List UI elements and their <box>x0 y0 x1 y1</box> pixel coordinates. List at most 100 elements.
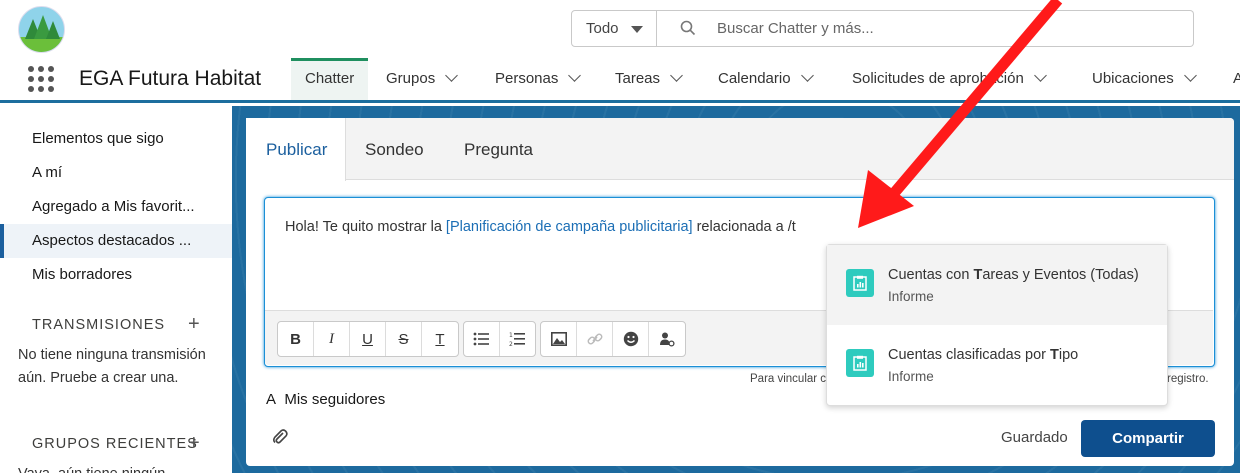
nav-tab-label: A <box>1233 70 1240 87</box>
sidebar-item-label: A mí <box>32 164 63 181</box>
publisher-tabs: Publicar Sondeo Pregunta <box>246 118 1234 181</box>
sidebar-item-highlights[interactable]: Aspectos destacados ... <box>0 224 232 258</box>
chevron-down-icon[interactable] <box>1183 69 1197 82</box>
caret-down-icon <box>631 26 643 33</box>
list-group: 12 <box>463 321 536 357</box>
bullet-list-icon <box>473 332 490 346</box>
chevron-down-icon[interactable] <box>800 69 814 82</box>
audience-selector[interactable]: A Mis seguidores <box>266 391 385 408</box>
app-nav-bar: EGA Futura Habitat Chatter Grupos Person… <box>0 58 1240 103</box>
sidebar-item-following[interactable]: Elementos que sigo <box>0 122 232 156</box>
sidebar-item-label: Aspectos destacados ... <box>32 232 192 249</box>
report-icon <box>846 349 874 377</box>
search-scope-label: Todo <box>586 20 619 37</box>
suggestion-item[interactable]: Cuentas con Tareas y Eventos (Todas) Inf… <box>827 245 1167 325</box>
sidebar-item-bookmarked[interactable]: Agregado a Mis favorit... <box>0 190 232 224</box>
message-text: Hola! Te quito mostrar la <box>285 219 446 235</box>
sidebar-item-label: Agregado a Mis favorit... <box>32 198 195 215</box>
chatter-sidebar: Elementos que sigo A mí Agregado a Mis f… <box>0 106 232 473</box>
saved-status: Guardado <box>1001 429 1068 446</box>
nav-tab-personas[interactable]: Personas <box>495 58 582 100</box>
publisher-tab-label: Sondeo <box>365 140 424 159</box>
report-icon <box>846 269 874 297</box>
nav-tab-label: Tareas <box>615 70 661 87</box>
tab-pregunta[interactable]: Pregunta <box>464 118 533 180</box>
add-group-icon[interactable]: + <box>188 432 200 455</box>
numbered-list-button[interactable]: 12 <box>500 322 536 356</box>
app-name: EGA Futura Habitat <box>79 67 262 90</box>
suggestion-title: Cuentas con Tareas y Eventos (Todas) <box>888 267 1139 283</box>
bullet-list-button[interactable] <box>464 322 500 356</box>
nav-tab-calendario[interactable]: Calendario <box>718 58 814 100</box>
attach-file-icon[interactable] <box>271 428 289 451</box>
svg-text:1: 1 <box>509 332 513 339</box>
emoji-button[interactable] <box>613 322 649 356</box>
tab-sondeo[interactable]: Sondeo <box>365 118 424 180</box>
chevron-down-icon[interactable] <box>1033 69 1047 82</box>
post-message[interactable]: Hola! Te quito mostrar la [Planificación… <box>285 219 796 235</box>
sidebar-item-label: Elementos que sigo <box>32 130 164 147</box>
message-text-tail: relacionada a /t <box>692 219 796 235</box>
nav-tab-solicitudes[interactable]: Solicitudes de aprobación <box>852 58 1047 100</box>
recent-groups-text: Vaya, aún tiene ningún <box>18 463 218 473</box>
publisher-tab-label: Publicar <box>266 140 328 159</box>
bold-button[interactable]: B <box>278 322 314 356</box>
nav-tab-label: Grupos <box>386 70 436 87</box>
format-group: B I U S T <box>277 321 459 357</box>
insert-group <box>540 321 686 357</box>
search-scope-select[interactable]: Todo <box>571 10 657 47</box>
link-hint-left: Para vincular c <box>750 373 827 385</box>
suggestion-type: Informe <box>888 289 934 304</box>
italic-button[interactable]: I <box>314 322 350 356</box>
sidebar-item-label: Mis borradores <box>32 266 133 283</box>
user-mention-icon <box>660 332 675 347</box>
audience-label: Mis seguidores <box>284 391 386 408</box>
suggestion-type: Informe <box>888 369 934 384</box>
sidebar-item-to-me[interactable]: A mí <box>0 156 232 190</box>
nav-tab-grupos[interactable]: Grupos <box>386 58 459 100</box>
nav-tab-label: Solicitudes de aprobación <box>852 70 1024 87</box>
remove-format-button[interactable]: T <box>422 322 458 356</box>
nav-tab-tareas[interactable]: Tareas <box>615 58 683 100</box>
streams-heading: TRANSMISIONES <box>32 317 166 333</box>
add-stream-icon[interactable]: + <box>188 313 200 336</box>
suggestion-title: Cuentas clasificadas por Tipo <box>888 347 1079 363</box>
audience-icon: A <box>266 391 277 408</box>
streams-empty-text: No tiene ninguna transmisión aún. Pruebe… <box>18 347 206 386</box>
emoji-icon <box>623 331 638 347</box>
nav-tab-more[interactable]: A <box>1233 58 1240 100</box>
recent-groups-heading: GRUPOS RECIENTES <box>32 436 198 452</box>
insert-image-button[interactable] <box>541 322 577 356</box>
sidebar-item-drafts[interactable]: Mis borradores <box>0 258 232 292</box>
nav-tab-label: Calendario <box>718 70 791 87</box>
nav-tab-label: Chatter <box>305 70 355 87</box>
app-launcher-icon[interactable] <box>28 66 54 92</box>
org-logo[interactable] <box>18 6 65 53</box>
nav-tab-label: Ubicaciones <box>1092 70 1174 87</box>
mention-user-button[interactable] <box>649 322 685 356</box>
search-icon <box>680 20 696 40</box>
mention-suggestions-dropdown: Cuentas con Tareas y Eventos (Todas) Inf… <box>826 244 1168 406</box>
chevron-down-icon[interactable] <box>568 69 582 82</box>
page: Todo Buscar Chatter y más... EGA Futura … <box>0 0 1240 473</box>
nav-tab-label: Personas <box>495 70 559 87</box>
chevron-down-icon[interactable] <box>670 69 683 82</box>
nav-tab-ubicaciones[interactable]: Ubicaciones <box>1092 58 1197 100</box>
record-link[interactable]: [Planificación de campaña publicitaria] <box>446 219 693 235</box>
suggestion-item[interactable]: Cuentas clasificadas por Tipo Informe <box>827 325 1167 405</box>
search-placeholder: Buscar Chatter y más... <box>717 20 874 37</box>
insert-link-button[interactable] <box>577 322 613 356</box>
link-icon <box>587 333 602 345</box>
search-input[interactable]: Buscar Chatter y más... <box>656 10 1194 47</box>
publisher-tab-label: Pregunta <box>464 140 533 159</box>
underline-button[interactable]: U <box>350 322 386 356</box>
chevron-down-icon[interactable] <box>445 69 459 82</box>
strikethrough-button[interactable]: S <box>386 322 422 356</box>
image-icon <box>550 332 567 346</box>
nav-tab-chatter[interactable]: Chatter <box>291 58 369 100</box>
numbered-list-icon: 12 <box>509 332 526 347</box>
link-hint-right: registro. <box>1167 373 1209 385</box>
tab-publicar[interactable]: Publicar <box>246 118 346 181</box>
share-button[interactable]: Compartir <box>1081 420 1215 457</box>
svg-text:2: 2 <box>509 341 513 347</box>
